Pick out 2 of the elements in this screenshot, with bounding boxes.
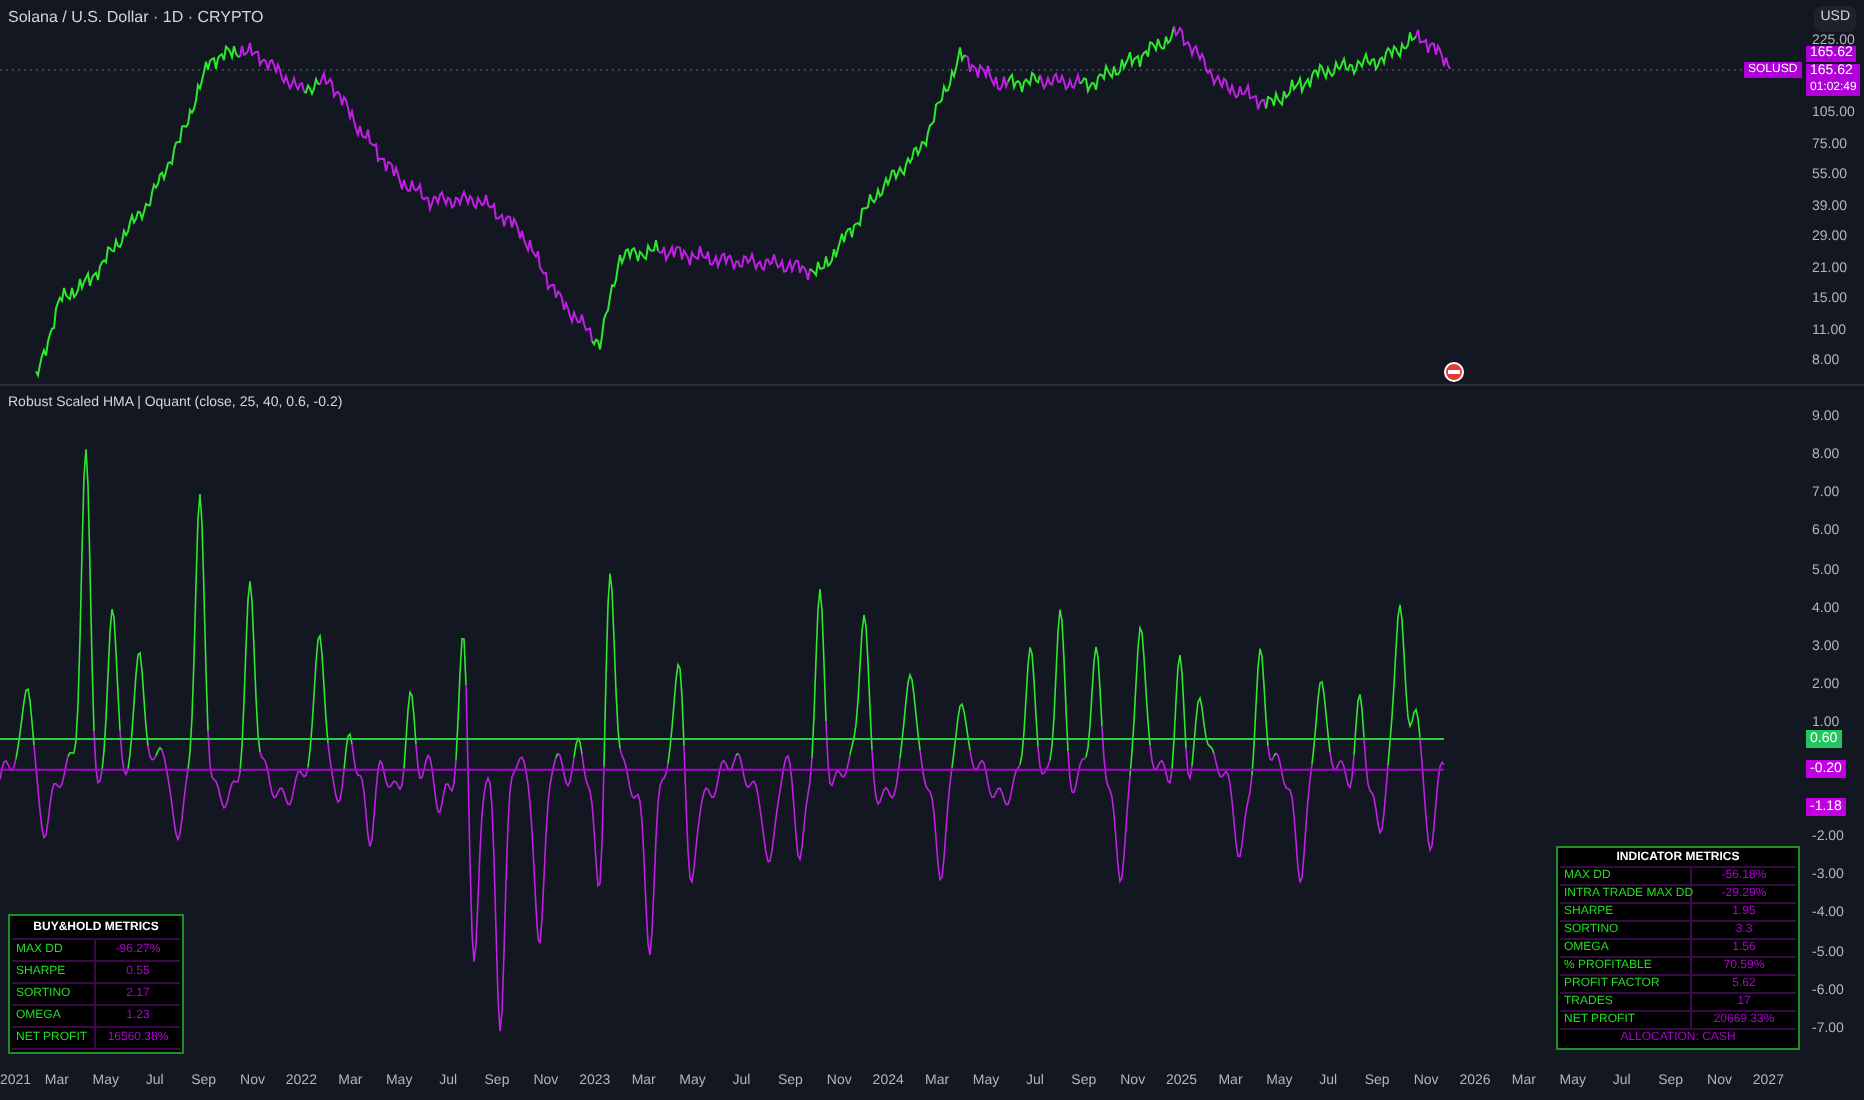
chart-title: Solana / U.S. Dollar · 1D · CRYPTO <box>8 6 264 30</box>
event-icon[interactable] <box>1444 362 1464 382</box>
